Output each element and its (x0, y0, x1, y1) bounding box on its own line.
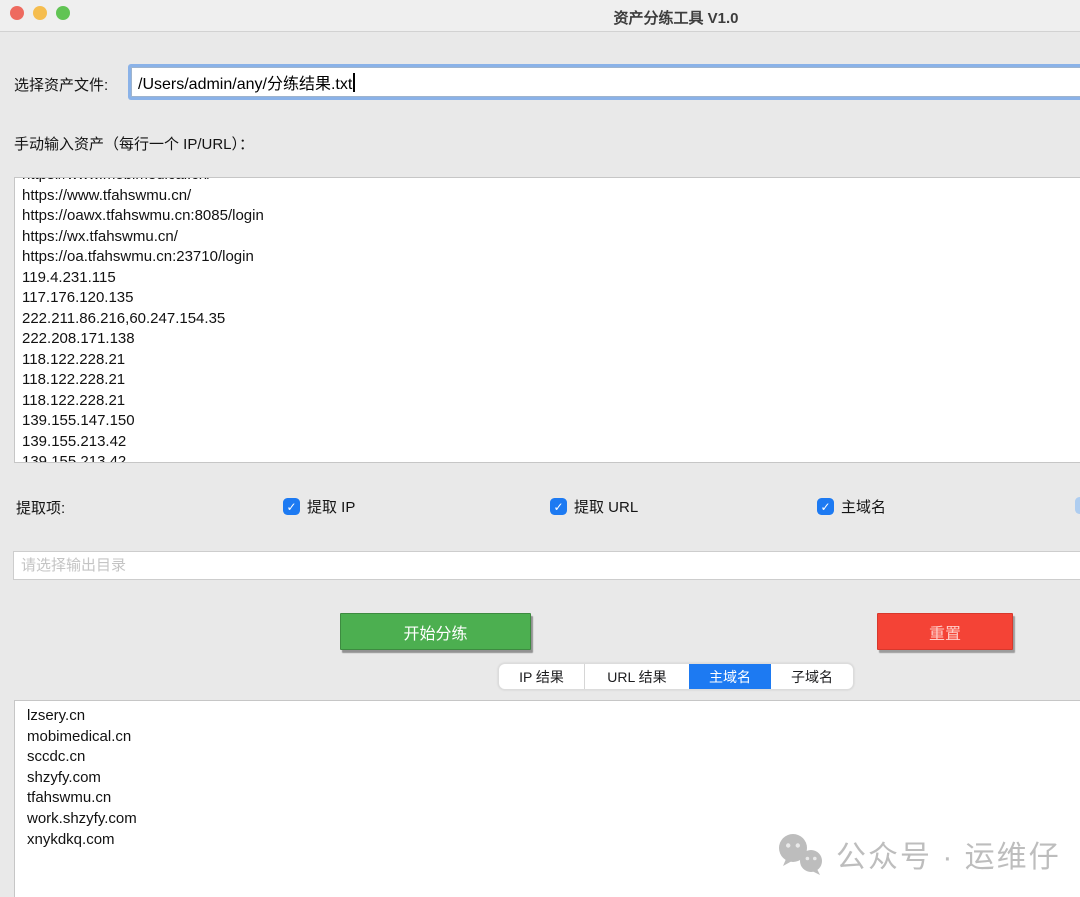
zoom-button[interactable] (56, 6, 70, 20)
reset-button[interactable]: 重置 (877, 613, 1013, 650)
close-button[interactable] (10, 6, 24, 20)
manual-asset-lines: https://www.mobimedical.cn/ https://www.… (22, 177, 1080, 463)
manual-input-label: 手动输入资产（每行一个 IP/URL）： (14, 133, 254, 154)
window-title: 资产分练工具 V1.0 (613, 7, 738, 28)
checkbox-label: 提取 IP (307, 496, 355, 517)
checkbox-label: 提取 URL (574, 496, 638, 517)
text-caret (353, 73, 355, 92)
tab-main-domain[interactable]: 主域名 (689, 664, 771, 689)
file-path-value: /Users/admin/any/分练结果.txt (138, 70, 352, 94)
result-tabs: IP 结果 URL 结果 主域名 子域名 (498, 663, 854, 690)
output-dir-input[interactable] (13, 551, 1080, 580)
checkbox-extract-ip[interactable]: ✓ 提取 IP (283, 496, 355, 517)
results-panel[interactable]: lzsery.cn mobimedical.cn sccdc.cn shzyfy… (14, 700, 1080, 897)
checkmark-icon: ✓ (817, 498, 834, 515)
app-window: 资产分练工具 V1.0 选择资产文件: /Users/admin/any/分练结… (0, 0, 1080, 897)
tab-url-results[interactable]: URL 结果 (584, 664, 689, 689)
result-lines: lzsery.cn mobimedical.cn sccdc.cn shzyfy… (15, 701, 1080, 850)
checkbox-label: 主域名 (841, 496, 886, 517)
title-bar: 资产分练工具 V1.0 (0, 0, 1080, 32)
tab-sub-domain[interactable]: 子域名 (771, 664, 853, 689)
start-sort-button[interactable]: 开始分练 (340, 613, 531, 650)
manual-asset-textarea[interactable]: https://www.mobimedical.cn/ https://www.… (14, 177, 1080, 463)
checkmark-icon: ✓ (283, 498, 300, 515)
file-path-input[interactable]: /Users/admin/any/分练结果.txt (128, 64, 1080, 100)
file-picker-label: 选择资产文件: (14, 74, 108, 95)
checkbox-clipped-edge[interactable] (1075, 497, 1080, 514)
checkbox-main-domain[interactable]: ✓ 主域名 (817, 496, 886, 517)
tab-ip-results[interactable]: IP 结果 (499, 664, 584, 689)
checkbox-extract-url[interactable]: ✓ 提取 URL (550, 496, 638, 517)
extract-options-label: 提取项: (16, 497, 65, 518)
minimize-button[interactable] (33, 6, 47, 20)
checkmark-icon: ✓ (550, 498, 567, 515)
